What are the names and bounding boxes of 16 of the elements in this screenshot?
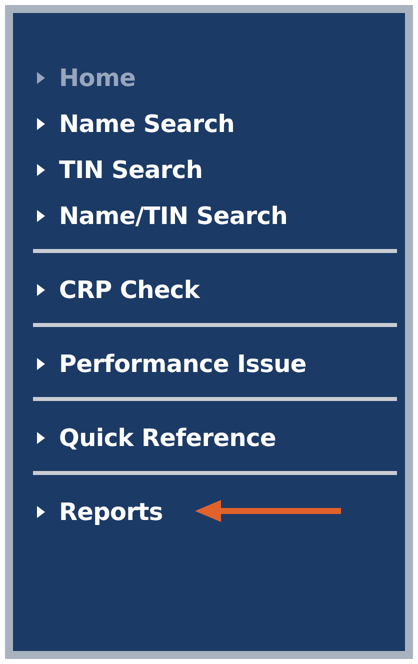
menu-item[interactable]: Quick Reference bbox=[13, 415, 405, 461]
menu-item[interactable]: Home bbox=[13, 55, 405, 101]
triangle-icon bbox=[37, 432, 45, 444]
triangle-icon bbox=[37, 72, 45, 84]
menu-item[interactable]: Name Search bbox=[13, 101, 405, 147]
menu-item[interactable]: Reports bbox=[13, 489, 405, 535]
menu-item[interactable]: Name/TIN Search bbox=[13, 193, 405, 239]
menu-item[interactable]: TIN Search bbox=[13, 147, 405, 193]
menu-item[interactable]: CRP Check bbox=[13, 267, 405, 313]
menu-item[interactable]: Performance Issue bbox=[13, 341, 405, 387]
triangle-icon bbox=[37, 506, 45, 518]
triangle-icon bbox=[37, 118, 45, 130]
triangle-icon bbox=[37, 358, 45, 370]
triangle-icon bbox=[37, 164, 45, 176]
triangle-icon bbox=[37, 284, 45, 296]
triangle-icon bbox=[37, 210, 45, 222]
